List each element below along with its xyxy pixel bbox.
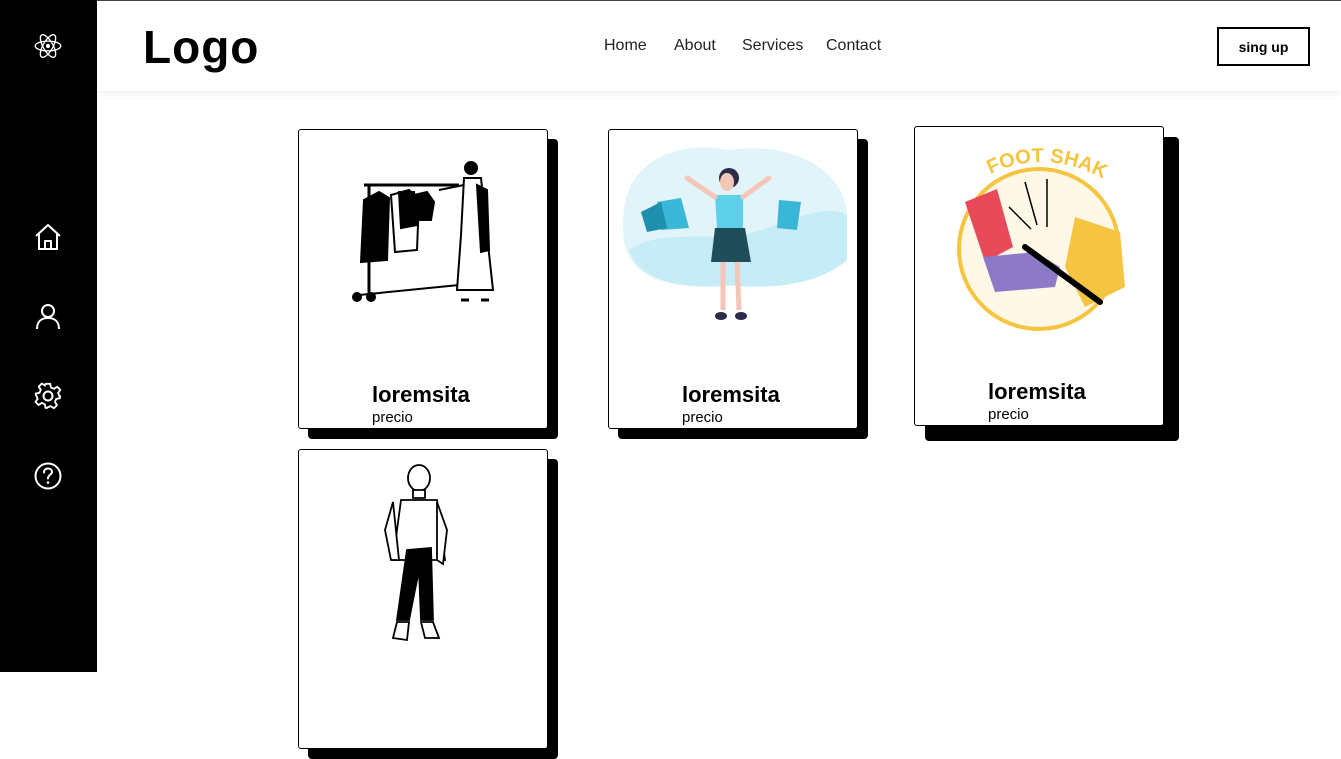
product-card[interactable]: FOOT SHAKE loremsita precio <box>914 126 1180 442</box>
card-body[interactable]: loremsita precio <box>608 129 858 429</box>
standing-person-illustration <box>384 464 448 642</box>
nav-services[interactable]: Services <box>742 37 803 55</box>
nav-about[interactable]: About <box>674 37 716 55</box>
product-card[interactable] <box>298 449 558 759</box>
nav-contact[interactable]: Contact <box>826 37 881 55</box>
card-price: precio <box>682 409 723 426</box>
card-title: loremsita <box>682 382 780 407</box>
main-nav: Home About Services Contact <box>97 37 1341 59</box>
nav-home[interactable]: Home <box>604 37 647 55</box>
settings-icon[interactable] <box>31 379 65 413</box>
card-body[interactable]: FOOT SHAKE loremsita precio <box>914 126 1164 426</box>
card-body[interactable]: loremsita precio <box>298 129 548 429</box>
top-navbar: Logo Home About Services Contact sing up <box>97 0 1341 91</box>
product-card[interactable]: loremsita precio <box>608 129 868 439</box>
home-icon[interactable] <box>31 220 65 254</box>
shopping-woman-illustration <box>622 147 848 320</box>
clothing-rack-illustration <box>352 161 495 302</box>
card-body[interactable] <box>298 449 548 749</box>
card-title: loremsita <box>988 379 1086 404</box>
help-icon[interactable] <box>31 459 65 493</box>
foot-shake-illustration: FOOT SHAKE <box>925 137 1125 331</box>
signup-button[interactable]: sing up <box>1217 27 1310 66</box>
card-price: precio <box>372 409 413 426</box>
product-card[interactable]: loremsita precio <box>298 129 558 439</box>
card-title: loremsita <box>372 382 470 407</box>
user-icon[interactable] <box>31 299 65 333</box>
sidebar <box>0 0 97 672</box>
react-logo-icon[interactable] <box>31 29 65 63</box>
card-price: precio <box>988 406 1029 423</box>
